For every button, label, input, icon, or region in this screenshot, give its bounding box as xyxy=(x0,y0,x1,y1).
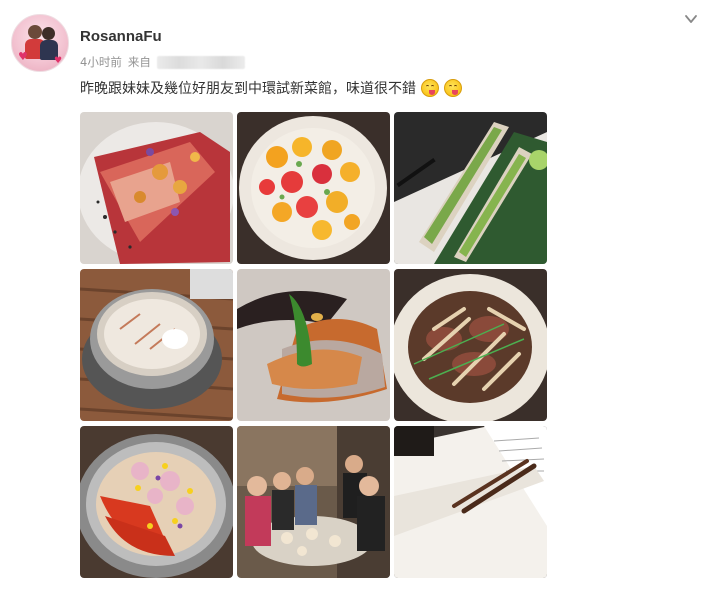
photo-menu-chopsticks[interactable] xyxy=(394,426,547,578)
photo-tomato-bowl[interactable] xyxy=(237,112,390,264)
photo-sashimi-plate[interactable] xyxy=(80,112,233,264)
post-time[interactable]: 4小时前 xyxy=(80,54,122,70)
photo-grid xyxy=(80,112,547,579)
source-app-blurred xyxy=(156,55,245,69)
photo-crab-legs[interactable] xyxy=(394,112,547,264)
weibo-post-card: ♥ ♥ RosannaFu 4小时前 来自 昨晚跟妹妹及幾位好朋友到中環試新菜館，… xyxy=(0,0,704,589)
photo-group-dinner[interactable] xyxy=(237,426,390,578)
post-text: 昨晚跟妹妹及幾位好朋友到中環試新菜館，味道很不錯 xyxy=(80,78,462,98)
chevron-down-icon[interactable] xyxy=(684,12,698,26)
post-text-body: 昨晚跟妹妹及幾位好朋友到中環試新菜館，味道很不錯 xyxy=(80,81,416,97)
post-meta: 4小时前 来自 xyxy=(80,54,245,70)
photo-beef-mushrooms[interactable] xyxy=(394,269,547,421)
photo-rice-pot[interactable] xyxy=(80,269,233,421)
yum-emoji-icon xyxy=(444,79,462,97)
user-avatar[interactable]: ♥ ♥ xyxy=(11,14,69,72)
photo-roe-rice-pot[interactable] xyxy=(80,426,233,578)
yum-emoji-icon xyxy=(421,79,439,97)
source-label: 来自 xyxy=(127,55,151,69)
photo-grilled-fish[interactable] xyxy=(237,269,390,421)
username-link[interactable]: RosannaFu xyxy=(80,28,162,45)
